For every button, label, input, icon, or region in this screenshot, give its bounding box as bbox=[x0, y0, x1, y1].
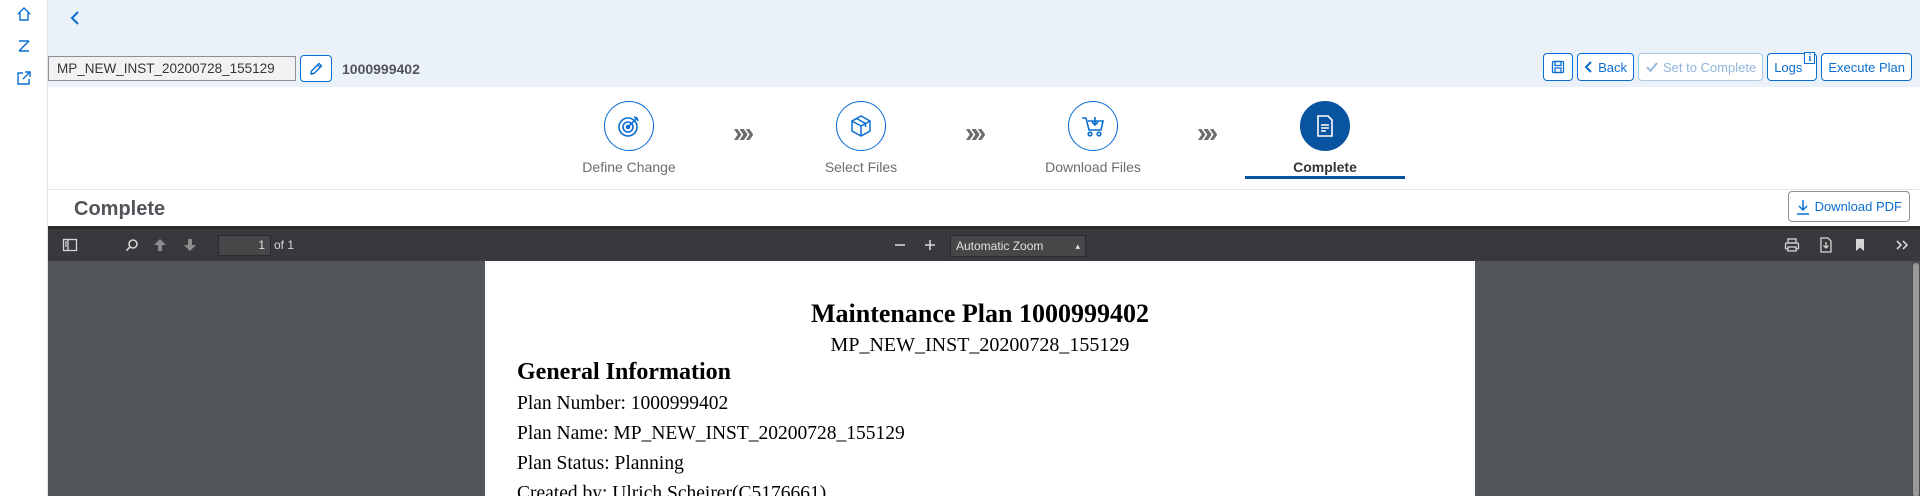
print-icon[interactable] bbox=[1782, 236, 1802, 254]
page-number-input[interactable]: 1 bbox=[218, 235, 271, 256]
document-line: Plan Status: Planning bbox=[517, 453, 684, 474]
zoom-select[interactable]: Automatic Zoom ▴▾ bbox=[950, 235, 1086, 271]
pdf-toolbar: 1 of 1 Automatic Zoom ▴▾ bbox=[48, 229, 1920, 271]
document-line: Plan Name: MP_NEW_INST_20200728_155129 bbox=[517, 423, 905, 444]
save-button[interactable] bbox=[1543, 53, 1574, 81]
search-icon[interactable] bbox=[122, 236, 142, 254]
document-title: Maintenance Plan 1000999402 bbox=[811, 299, 1149, 328]
nav-back-icon[interactable] bbox=[64, 6, 86, 30]
pencil-icon bbox=[309, 62, 323, 76]
pdf-viewer: 1 of 1 Automatic Zoom ▴▾ Maintenance Pla… bbox=[48, 226, 1920, 496]
pdf-page: Maintenance Plan 1000999402 MP_NEW_INST_… bbox=[485, 261, 1475, 496]
document-heading: General Information bbox=[517, 359, 731, 385]
download-icon bbox=[1796, 199, 1810, 215]
execute-plan-label: Execute Plan bbox=[1828, 59, 1905, 75]
more-tools-icon[interactable] bbox=[1892, 236, 1912, 254]
section-title: Complete bbox=[74, 198, 166, 220]
chevron-left-icon bbox=[1584, 60, 1594, 74]
page-count: of 1 bbox=[274, 238, 295, 252]
step-label: Define Change bbox=[582, 159, 676, 175]
sidebar-toggle-icon[interactable] bbox=[60, 236, 80, 254]
step-define-change[interactable]: Define Change bbox=[554, 101, 704, 175]
previous-page-icon[interactable] bbox=[150, 236, 170, 254]
share-icon[interactable] bbox=[13, 67, 35, 89]
zoom-out-icon[interactable] bbox=[890, 236, 910, 254]
next-page-icon[interactable] bbox=[180, 236, 200, 254]
back-button[interactable]: Back bbox=[1577, 53, 1634, 81]
step-label: Select Files bbox=[824, 159, 898, 175]
edit-button[interactable] bbox=[300, 55, 332, 82]
back-button-label: Back bbox=[1598, 59, 1627, 75]
step-download-files[interactable]: Download Files bbox=[1018, 101, 1168, 175]
info-icon: i bbox=[1804, 52, 1816, 64]
bookmark-icon[interactable] bbox=[1850, 236, 1870, 254]
section-header: Complete Download PDF bbox=[48, 190, 1920, 226]
home-icon[interactable] bbox=[13, 3, 35, 25]
step-label: Download Files bbox=[1045, 159, 1141, 175]
document-subtitle: MP_NEW_INST_20200728_155129 bbox=[830, 334, 1130, 356]
download-pdf-button[interactable]: Download PDF bbox=[1787, 191, 1910, 222]
step-complete[interactable]: Complete bbox=[1250, 101, 1400, 175]
checkmark-icon bbox=[1645, 60, 1659, 74]
step-separator-icon: »» bbox=[1197, 117, 1218, 148]
step-separator-icon: »» bbox=[965, 117, 986, 148]
process-wizard: Define Change »» Select Files »» Downloa… bbox=[48, 87, 1920, 190]
logs-button[interactable]: Logs i bbox=[1767, 52, 1818, 81]
object-header: MP_NEW_INST_20200728_155129 1000999402 B… bbox=[48, 0, 1920, 87]
step-select-files[interactable]: Select Files bbox=[786, 101, 936, 175]
logs-button-label: Logs bbox=[1774, 59, 1803, 75]
sigma-icon[interactable] bbox=[13, 35, 35, 57]
download-pdf-label: Download PDF bbox=[1814, 199, 1902, 214]
zoom-in-icon[interactable] bbox=[920, 236, 940, 254]
set-to-complete-label: Set to Complete bbox=[1662, 59, 1757, 75]
set-to-complete-button[interactable]: Set to Complete bbox=[1637, 53, 1764, 81]
execute-plan-button[interactable]: Execute Plan bbox=[1821, 53, 1912, 81]
active-step-indicator bbox=[1245, 176, 1405, 179]
document-line: Plan Number: 1000999402 bbox=[517, 393, 729, 414]
plan-name-field[interactable]: MP_NEW_INST_20200728_155129 bbox=[48, 56, 296, 81]
document-line: Created by: Ulrich Scheirer(C5176661) bbox=[517, 483, 827, 496]
step-separator-icon: »» bbox=[733, 117, 754, 148]
zoom-select-value: Automatic Zoom bbox=[956, 239, 1044, 253]
target-icon[interactable] bbox=[604, 101, 654, 151]
step-label: Complete bbox=[1293, 159, 1357, 175]
save-download-icon[interactable] bbox=[1816, 236, 1836, 254]
package-icon[interactable] bbox=[836, 101, 886, 151]
scrollbar-thumb[interactable] bbox=[1913, 263, 1919, 496]
cart-icon[interactable] bbox=[1068, 101, 1118, 151]
header-toolbar: Back Set to Complete Logs i Execute Plan bbox=[1543, 52, 1912, 81]
left-nav-bar bbox=[0, 0, 48, 496]
document-icon[interactable] bbox=[1300, 101, 1350, 151]
plan-number: 1000999402 bbox=[342, 61, 420, 77]
save-icon bbox=[1551, 60, 1565, 74]
